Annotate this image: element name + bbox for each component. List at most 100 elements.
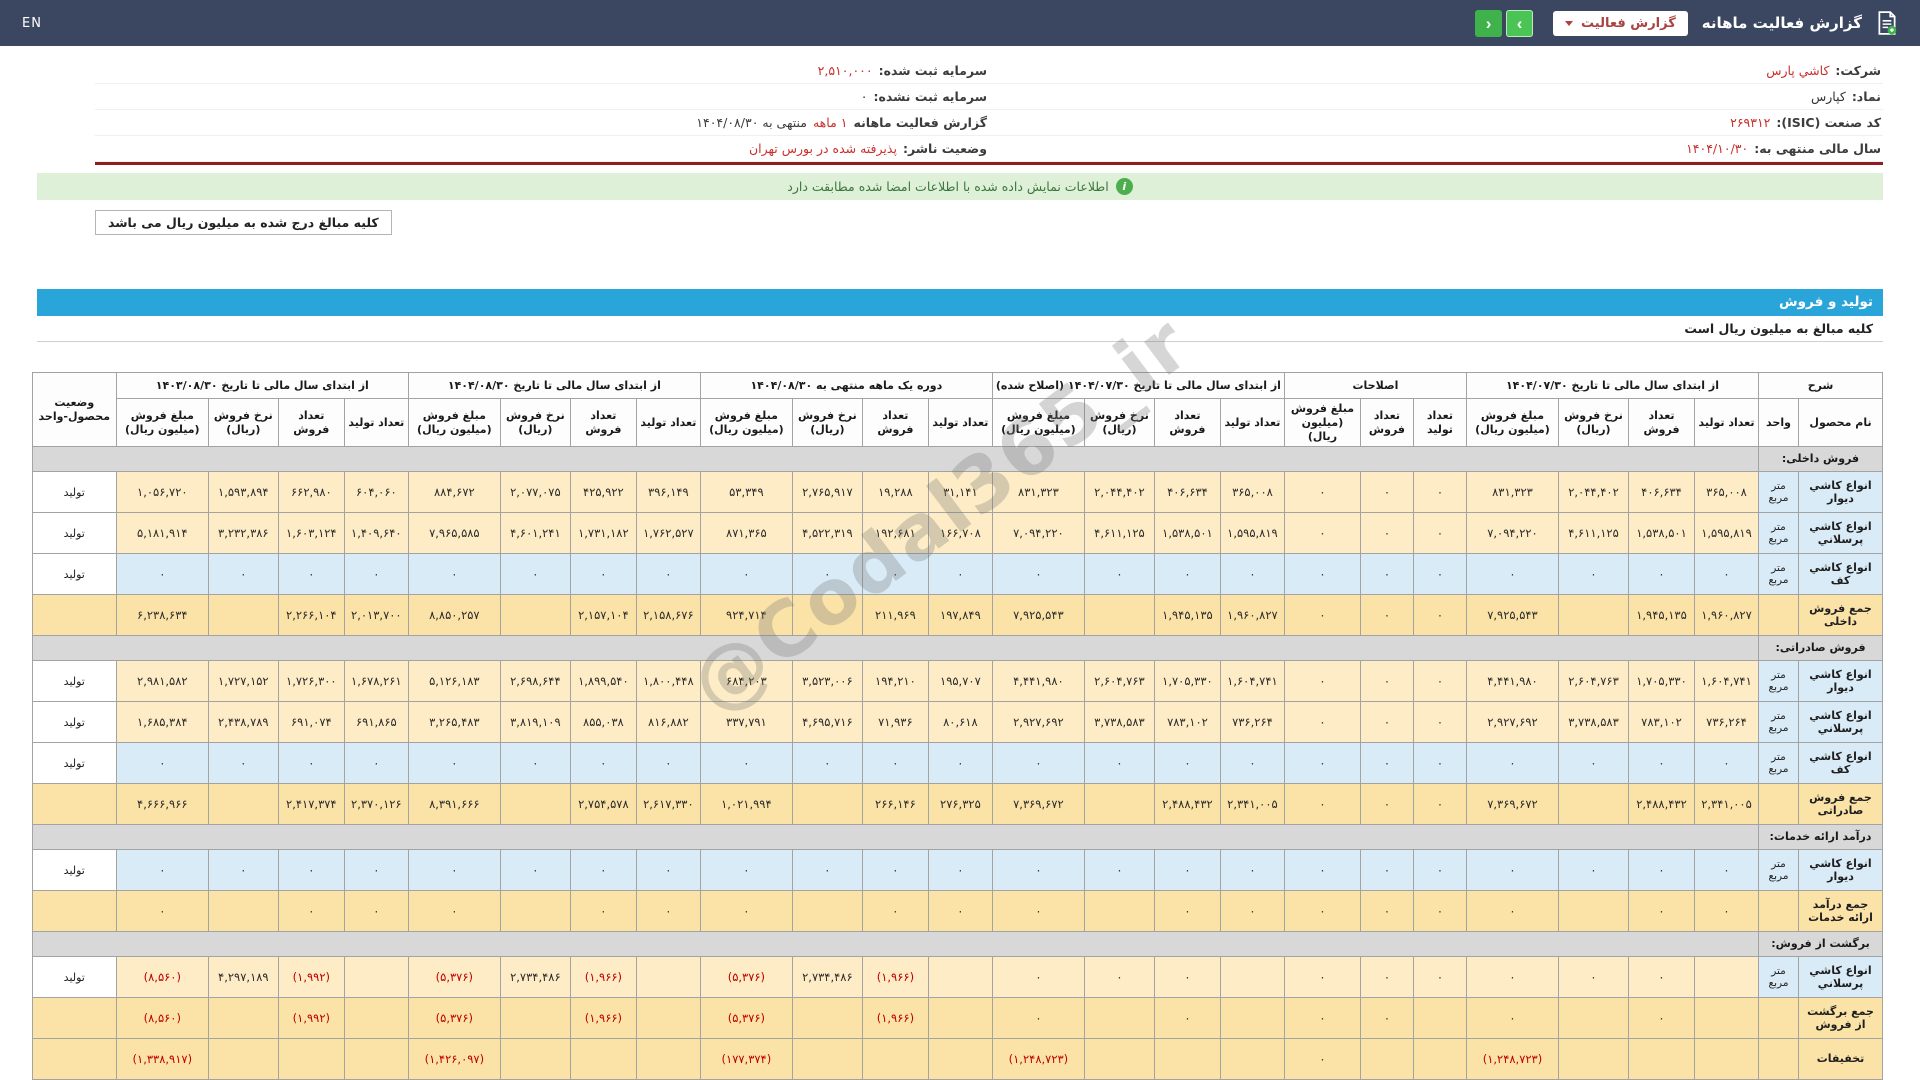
value-cell: ۰ (1465, 849, 1560, 892)
value-cell: ۰ (407, 742, 501, 785)
value-cell: ۰ (1359, 594, 1414, 637)
value-cell (1558, 997, 1629, 1040)
topbar-right-cluster: گزارش فعالیت ماهانه گزارش فعالیت › ‹ (1475, 9, 1898, 37)
section-filler (31, 446, 1760, 473)
value-cell: (۱,۲۴۸,۷۲۳) (1465, 1038, 1560, 1080)
value-cell: ۱,۵۹۵,۸۱۹ (1694, 512, 1759, 555)
value-cell: ۰ (207, 849, 279, 892)
value-cell: ۲,۹۸۱,۵۸۲ (115, 660, 209, 703)
section-label: فروش داخلی: (1758, 446, 1883, 473)
section-filler (31, 635, 1760, 662)
value-cell: ۰ (991, 890, 1085, 933)
value-cell: ۶,۲۳۸,۶۳۴ (115, 594, 209, 637)
sale-amount-header: مبلغ فروش (میلیون ریال) (991, 397, 1085, 448)
unit-cell (1758, 890, 1799, 933)
product-name-header: نام محصول (1798, 397, 1883, 448)
value-cell: ۷,۹۶۵,۵۸۵ (407, 512, 501, 555)
value-cell: ۰ (1283, 890, 1361, 933)
product-name-cell: انواع کاشي کف (1798, 553, 1883, 596)
value-cell: ۰ (1359, 956, 1414, 999)
product-status-cell: تولید (31, 471, 117, 514)
value-cell: ۸۷۱,۳۶۵ (699, 512, 793, 555)
value-cell (1412, 1038, 1467, 1080)
value-cell: ۳۹۶,۱۴۹ (635, 471, 701, 514)
company-link[interactable]: کاشي پارس (1766, 63, 1829, 78)
value-cell: ۰ (927, 553, 993, 596)
value-cell: ۷,۰۹۴,۲۲۰ (1465, 512, 1560, 555)
value-cell (791, 783, 863, 826)
value-cell: ۰ (1558, 956, 1629, 999)
value-cell (927, 956, 993, 999)
value-cell: ۰ (1359, 997, 1414, 1040)
value-cell: ۱,۰۲۱,۹۹۴ (699, 783, 793, 826)
section-row: برگشت از فروش: (31, 931, 1883, 958)
value-cell: ۰ (1153, 553, 1221, 596)
value-cell: ۱,۶۷۸,۲۶۱ (343, 660, 409, 703)
value-cell: ۰ (569, 742, 637, 785)
value-cell: (۵,۳۷۶) (407, 956, 501, 999)
page-title: گزارش فعالیت ماهانه (1701, 14, 1862, 32)
product-name-cell: جمع فروش داخلی (1798, 594, 1883, 637)
report-dropdown-label: گزارش فعالیت (1581, 15, 1676, 31)
sold-qty-header: تعداد فروش (1628, 397, 1695, 448)
value-cell: ۰ (1219, 553, 1285, 596)
value-cell: ۸۵۵,۰۳۸ (569, 701, 637, 744)
value-cell: ۰ (861, 742, 929, 785)
product-name-cell: جمع برگشت از فروش (1798, 997, 1883, 1040)
value-cell: ۸۱۶,۸۸۲ (635, 701, 701, 744)
value-cell: ۰ (791, 849, 863, 892)
value-cell: ۰ (699, 553, 793, 596)
produced-qty-header: تعداد تولید (343, 397, 409, 448)
value-cell: ۱,۶۰۳,۱۲۴ (277, 512, 345, 555)
next-report-button[interactable]: › (1506, 9, 1534, 37)
report-document-icon[interactable] (1876, 11, 1898, 35)
value-cell (1083, 997, 1155, 1040)
value-cell: ۱,۶۰۴,۷۴۱ (1219, 660, 1285, 703)
value-cell: ۹۲۴,۷۱۴ (699, 594, 793, 637)
symbol-link[interactable]: کپارس (1811, 89, 1846, 104)
signature-match-banner: i اطلاعات نمایش داده شده با اطلاعات امضا… (37, 173, 1883, 200)
unit-cell (1758, 997, 1799, 1040)
value-cell: ۰ (699, 742, 793, 785)
value-cell: ۰ (1628, 742, 1695, 785)
report-type-dropdown[interactable]: گزارش فعالیت (1553, 10, 1688, 36)
unit-cell: متر مربع (1758, 742, 1799, 785)
value-cell (1412, 997, 1467, 1040)
value-cell (343, 956, 409, 999)
issuer-status-value: پذیرفته شده در بورس تهران (748, 141, 897, 156)
value-cell: ۰ (569, 553, 637, 596)
value-cell: ۱,۰۵۶,۷۲۰ (115, 471, 209, 514)
previous-report-button[interactable]: ‹ (1475, 9, 1503, 37)
value-cell: ۰ (1628, 997, 1695, 1040)
section-label: فروش صادراتی: (1758, 635, 1883, 662)
value-cell: ۰ (1083, 956, 1155, 999)
sale-rate-header: نرخ فروش (ریال) (791, 397, 863, 448)
value-cell: ۰ (569, 890, 637, 933)
value-cell: ۸۳۱,۳۲۳ (991, 471, 1085, 514)
value-cell: ۰ (115, 890, 209, 933)
unit-cell: متر مربع (1758, 471, 1799, 514)
value-cell: ۰ (1412, 553, 1467, 596)
sale-rate-header: نرخ فروش (ریال) (499, 397, 571, 448)
value-cell: ۷۳۶,۲۶۴ (1694, 701, 1759, 744)
value-cell (499, 1038, 571, 1080)
value-cell: ۷,۳۶۹,۶۷۲ (1465, 783, 1560, 826)
value-cell: ۷,۳۶۹,۶۷۲ (991, 783, 1085, 826)
value-cell: ۰ (115, 849, 209, 892)
value-cell: ۰ (1694, 742, 1759, 785)
info-label: گزارش فعالیت ماهانه (853, 115, 987, 130)
value-cell: ۰ (1412, 594, 1467, 637)
product-status-cell: تولید (31, 742, 117, 785)
product-name-cell: انواع کاشي پرسلاني (1798, 701, 1883, 744)
info-row-symbol: نماد: کپارس (989, 84, 1883, 110)
value-cell: (۱,۲۴۸,۷۲۳) (991, 1038, 1085, 1080)
value-cell: ۰ (1558, 553, 1629, 596)
section-label: برگشت از فروش: (1758, 931, 1883, 958)
value-cell: ۱,۵۹۳,۸۹۴ (207, 471, 279, 514)
value-cell: ۳۶۵,۰۰۸ (1219, 471, 1285, 514)
value-cell: ۲,۱۵۷,۱۰۴ (569, 594, 637, 637)
value-cell: ۱۹۵,۷۰۷ (927, 660, 993, 703)
value-cell: ۱,۷۳۱,۱۸۲ (569, 512, 637, 555)
language-toggle-en[interactable]: EN (22, 16, 42, 31)
value-cell: ۰ (1153, 849, 1221, 892)
